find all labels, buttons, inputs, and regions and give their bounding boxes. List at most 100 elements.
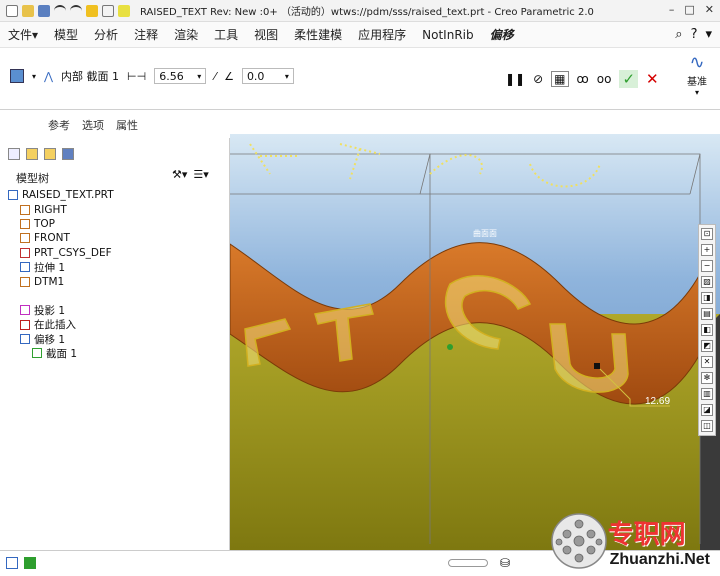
window-controls: – □ ✕ (669, 3, 714, 16)
tree-node[interactable]: 拉伸 1 (8, 260, 228, 274)
menu-right-icons: ⌕ ? ▾ (675, 27, 712, 42)
preview-icon[interactable]: ▦ (551, 71, 569, 87)
undo-icon[interactable] (54, 4, 66, 17)
tree-node[interactable]: PRT_CSYS_DEF (8, 246, 228, 260)
glasses-icon[interactable]: oo (597, 72, 612, 86)
orient-icon[interactable]: ◨ (701, 292, 713, 304)
tree-node[interactable]: RIGHT (8, 202, 228, 216)
menu-model[interactable]: 模型 (46, 26, 86, 43)
tree-node[interactable]: TOP (8, 217, 228, 231)
zoom-in-icon[interactable]: + (701, 244, 713, 256)
model-tree-tab-icon[interactable] (8, 148, 20, 160)
tree-show-icon[interactable]: ☰▾ (193, 168, 208, 181)
cancel-icon[interactable]: ✕ (646, 70, 659, 88)
ribbon-tabs: 文件▾ 模型 分析 注释 渲染 工具 视图 柔性建模 应用程序 NotInRib… (0, 22, 720, 48)
datum-curve-icon: ∿ (689, 52, 705, 73)
open-icon[interactable] (22, 4, 34, 17)
tree-node-label: FRONT (34, 232, 70, 245)
section-icon[interactable]: ⋀ (44, 70, 53, 83)
surface-label: 曲面面 (473, 228, 497, 238)
folder-browser-icon[interactable] (26, 148, 38, 160)
model-graphics[interactable]: 12.69 曲面面 (230, 134, 720, 550)
dashboard-controls: ▾ ⋀ 内部 截面 1 ⊢⊣ 6.56 ▾ ⁄ ∠ 0.0 ▾ (10, 68, 294, 84)
menu-flexible-modeling[interactable]: 柔性建模 (286, 26, 350, 43)
view-toolbar: ⊡ + − ▨ ◨ ▤ ◧ ◩ ✕ ✻ ▥ ◪ ◫ (698, 224, 716, 436)
menu-render[interactable]: 渲染 (166, 26, 206, 43)
menu-applications[interactable]: 应用程序 (350, 26, 414, 43)
new-icon[interactable] (6, 4, 18, 17)
refit-icon[interactable]: ⊡ (701, 228, 713, 240)
origin-marker (447, 344, 453, 350)
tree-node[interactable]: DTM1 (8, 274, 228, 288)
annotation-display-icon[interactable]: ▥ (701, 388, 713, 400)
offset-type-icon[interactable] (10, 69, 24, 83)
zoom-out-icon[interactable]: − (701, 260, 713, 272)
depth-input[interactable]: 6.56 ▾ (154, 68, 207, 84)
flip-direction-icon[interactable]: ⁄ (214, 70, 216, 83)
view-manager-icon[interactable]: ◩ (701, 340, 713, 352)
windows-icon[interactable] (102, 4, 114, 17)
display-style-icon[interactable]: ◧ (701, 324, 713, 336)
status-toggle-icon[interactable] (6, 557, 18, 569)
close-button[interactable]: ✕ (705, 3, 714, 16)
close-window-icon[interactable] (118, 4, 130, 17)
tree-node-label: RAISED_TEXT.PRT (22, 189, 114, 202)
section-view-icon[interactable]: ◪ (701, 404, 713, 416)
regenerate-icon[interactable] (86, 4, 98, 17)
datum-button[interactable]: ∿ 基准 ▾ (682, 52, 712, 97)
tree-node[interactable]: 截面 1 (8, 346, 228, 360)
saved-views-icon[interactable]: ▤ (701, 308, 713, 320)
offset-dashboard: ▾ ⋀ 内部 截面 1 ⊢⊣ 6.56 ▾ ⁄ ∠ 0.0 ▾ ❚❚ ⊘ ▦ ꝏ… (0, 48, 720, 110)
datum-plane-icon (20, 276, 30, 287)
watermark: 专职网 Zhuanzhi.Net (550, 512, 712, 570)
tree-node[interactable]: 投影 1 (8, 303, 228, 317)
history-icon[interactable] (62, 148, 74, 160)
tree-node-label: RIGHT (34, 203, 67, 216)
menu-annotate[interactable]: 注释 (126, 26, 166, 43)
window-title: RAISED_TEXT Rev: New :0+ （活动的）wtws://pdm… (140, 7, 594, 18)
tab-options[interactable]: 选项 (82, 117, 104, 133)
tree-node[interactable]: 在此插入 (8, 318, 228, 332)
maximize-button[interactable]: □ (684, 3, 694, 16)
repaint-icon[interactable]: ▨ (701, 276, 713, 288)
tree-node-label: 投影 1 (34, 304, 66, 317)
depth-icon: ⊢⊣ (127, 69, 147, 83)
tab-references[interactable]: 参考 (48, 117, 70, 133)
title-bar: RAISED_TEXT Rev: New :0+ （活动的）wtws://pdm… (0, 0, 720, 22)
drag-handle[interactable] (594, 363, 600, 369)
menu-analysis[interactable]: 分析 (86, 26, 126, 43)
watermark-globe-icon (550, 513, 607, 569)
tree-node[interactable]: 偏移 1 (8, 332, 228, 346)
help-icon[interactable]: ? (691, 27, 698, 42)
ok-icon[interactable]: ✓ (619, 70, 639, 88)
spin-center-icon[interactable]: ✻ (701, 372, 713, 384)
tree-node[interactable] (8, 289, 228, 303)
filter-icon[interactable]: ⛁ (500, 556, 510, 570)
angle-input[interactable]: 0.0 ▾ (241, 68, 294, 84)
tree-node[interactable]: RAISED_TEXT.PRT (8, 188, 228, 202)
tree-node[interactable]: FRONT (8, 231, 228, 245)
redo-icon[interactable] (70, 4, 82, 17)
favorites-icon[interactable] (44, 148, 56, 160)
menu-tools[interactable]: 工具 (206, 26, 246, 43)
menu-notinrib[interactable]: NotInRib (414, 28, 481, 42)
verify-icon[interactable]: ꝏ (577, 72, 589, 86)
status-edit-icon[interactable] (24, 557, 36, 569)
save-icon[interactable] (38, 4, 50, 17)
tree-settings-icon[interactable]: ⚒▾ (172, 168, 187, 181)
menu-view[interactable]: 视图 (246, 26, 286, 43)
pause-icon[interactable]: ❚❚ (505, 72, 525, 86)
graphics-viewport[interactable]: 12.69 曲面面 ⊡ + − ▨ ◨ ▤ ◧ ◩ ✕ ✻ ▥ ◪ ◫ (230, 134, 720, 550)
no-preview-icon[interactable]: ⊘ (533, 72, 543, 86)
section-label[interactable]: 内部 截面 1 (61, 68, 119, 84)
dimension-value[interactable]: 12.69 (645, 396, 670, 407)
perspective-icon[interactable]: ◫ (701, 420, 713, 432)
options-icon[interactable]: ▾ (705, 27, 712, 42)
search-icon[interactable]: ⌕ (675, 27, 682, 42)
menu-offset[interactable]: 偏移 (482, 26, 522, 43)
tab-properties[interactable]: 属性 (116, 117, 138, 133)
menu-file[interactable]: 文件▾ (0, 26, 46, 43)
datum-display-icon[interactable]: ✕ (701, 356, 713, 368)
datum-plane-icon (20, 204, 30, 215)
minimize-button[interactable]: – (669, 3, 675, 16)
